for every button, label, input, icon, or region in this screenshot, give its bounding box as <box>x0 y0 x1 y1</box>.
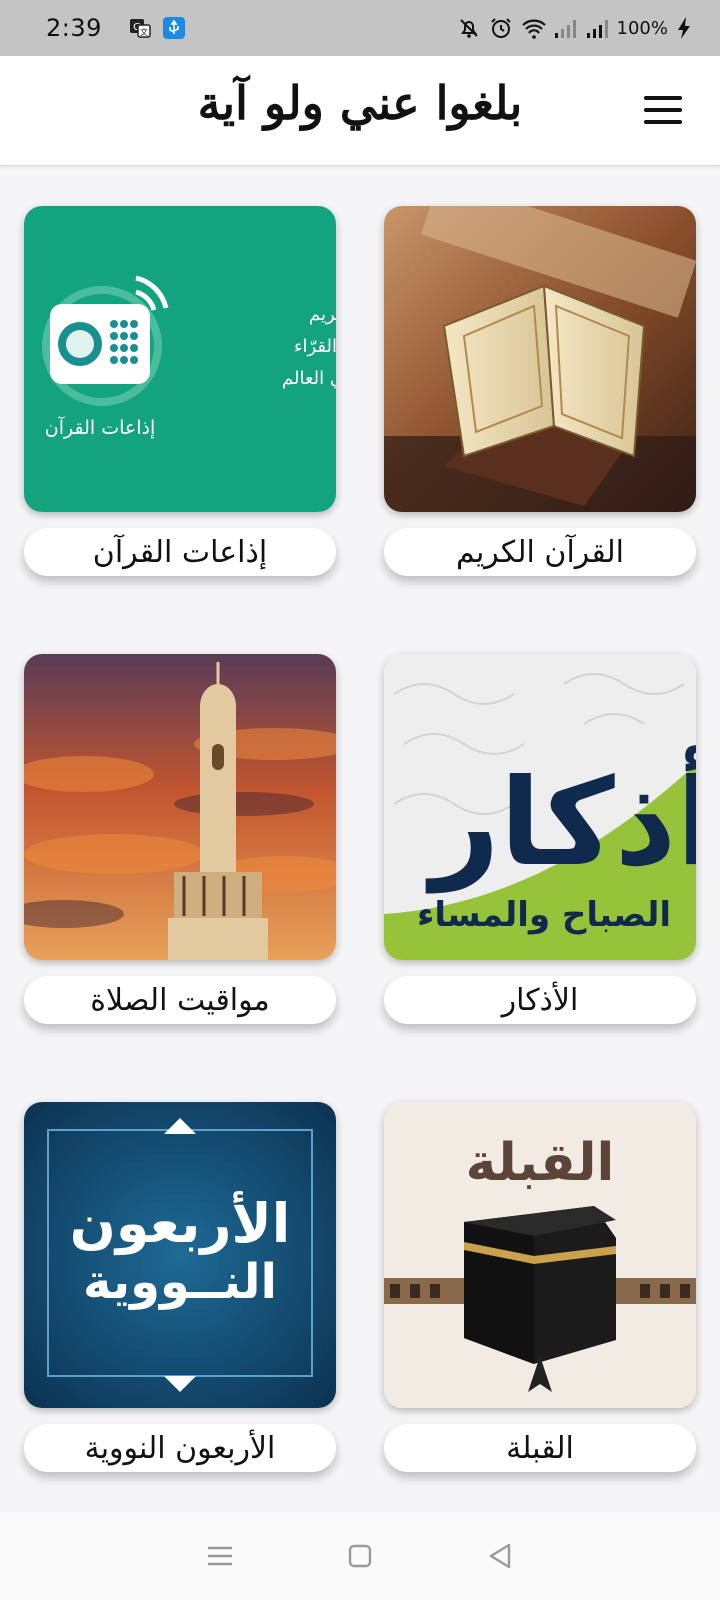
app-bar: بلغوا عني ولو آية <box>0 56 720 166</box>
bell-off-icon <box>457 16 481 40</box>
home-icon[interactable] <box>340 1536 380 1576</box>
radio-banner-line-2: لمشاهير القرّاء <box>294 336 336 357</box>
qibla-image[interactable]: القبلة <box>384 1102 696 1408</box>
signal-icon <box>585 16 609 40</box>
adhkar-image[interactable]: أذكار الصباح والمساء <box>384 654 696 960</box>
tile-adhkar-label[interactable]: الأذكار <box>384 976 696 1024</box>
status-time: 2:39 <box>46 14 102 42</box>
adhkar-title-text: أذكار <box>426 745 696 893</box>
back-icon[interactable] <box>480 1536 520 1576</box>
tile-forty-hadith-label[interactable]: الأربعون النووية <box>24 1424 336 1472</box>
signal-icon <box>553 16 577 40</box>
system-nav-bar <box>0 1512 720 1600</box>
radio-banner-line-3: في العالم <box>282 368 336 389</box>
quran-radio-image[interactable]: اذاعات القرآن الكريم لمشاهير القرّاء في … <box>24 206 336 512</box>
svg-text:文: 文 <box>140 27 148 37</box>
radio-banner-caption: إذاعات القرآن <box>45 415 155 440</box>
qibla-image-title: القبلة <box>466 1133 615 1193</box>
forty-hadith-line-2: النــووية <box>83 1254 277 1310</box>
tile-prayer-times-label[interactable]: مواقيت الصلاة <box>24 976 336 1024</box>
adhkar-subtitle-text: الصباح والمساء <box>417 895 671 935</box>
forty-hadith-line-1: الأربعون <box>70 1191 291 1255</box>
battery-percentage: 100% <box>616 17 668 39</box>
hamburger-menu-icon[interactable] <box>644 96 682 124</box>
usb-icon <box>162 16 186 40</box>
tile-quran-label[interactable]: القرآن الكريم <box>384 528 696 576</box>
status-bar: 2:39 G文 100% <box>0 0 720 56</box>
radio-banner-line-1: اذاعات القرآن الكريم <box>309 302 336 325</box>
recent-apps-icon[interactable] <box>200 1536 240 1576</box>
app-title: بلغوا عني ولو آية <box>197 76 523 130</box>
charging-icon <box>676 16 700 40</box>
tile-qibla-label[interactable]: القبلة <box>384 1424 696 1472</box>
prayer-times-image[interactable] <box>24 654 336 960</box>
forty-hadith-image[interactable]: الأربعون النــووية <box>24 1102 336 1408</box>
alarm-icon <box>489 16 513 40</box>
tile-quran-radio-label[interactable]: إذاعات القرآن <box>24 528 336 576</box>
quran-image[interactable] <box>384 206 696 512</box>
wifi-icon <box>521 16 546 40</box>
translate-icon: G文 <box>128 16 152 40</box>
